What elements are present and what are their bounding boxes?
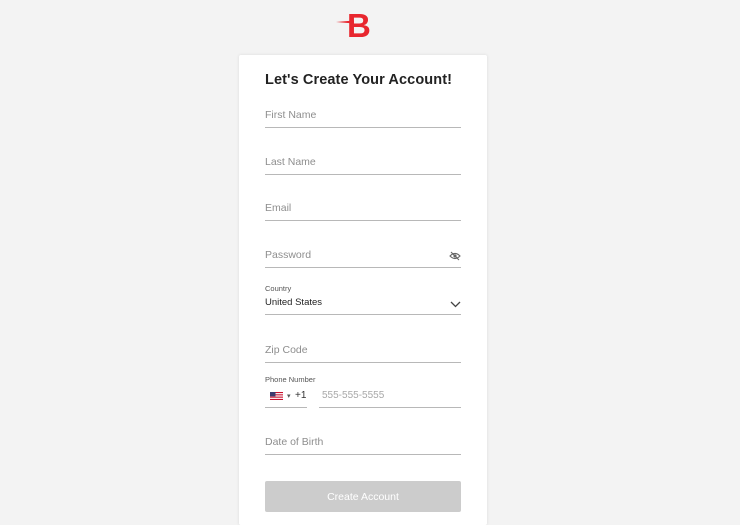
brand-logo-letter: B — [347, 8, 371, 40]
signup-card: Let's Create Your Account! First Name La… — [239, 55, 487, 525]
last-name-input[interactable]: Last Name — [265, 144, 461, 175]
date-of-birth-input[interactable]: Date of Birth — [265, 424, 461, 455]
password-placeholder: Password — [265, 249, 312, 261]
phone-country-code-select[interactable]: ▾ +1 — [265, 384, 307, 408]
eye-slash-icon[interactable] — [449, 251, 461, 261]
last-name-placeholder: Last Name — [265, 156, 316, 168]
phone-number-label: Phone Number — [265, 375, 316, 384]
phone-number-input[interactable]: 555-555-5555 — [319, 384, 461, 408]
password-input[interactable]: Password — [265, 237, 461, 268]
country-label: Country — [265, 284, 292, 293]
phone-dial-code: +1 — [295, 390, 307, 401]
zip-code-input[interactable]: Zip Code — [265, 331, 461, 363]
date-of-birth-placeholder: Date of Birth — [265, 436, 324, 448]
email-input[interactable]: Email — [265, 190, 461, 221]
create-account-button[interactable]: Create Account — [265, 481, 461, 512]
first-name-placeholder: First Name — [265, 109, 317, 121]
us-flag-icon — [270, 392, 283, 400]
country-value: United States — [265, 297, 323, 308]
phone-number-placeholder: 555-555-5555 — [322, 390, 385, 401]
brand-logo-icon: B — [336, 8, 371, 40]
email-placeholder: Email — [265, 202, 292, 214]
zip-code-placeholder: Zip Code — [265, 344, 308, 356]
form-title: Let's Create Your Account! — [265, 72, 453, 88]
country-select[interactable]: Country United States — [265, 284, 461, 315]
chevron-down-icon — [450, 301, 461, 308]
phone-prefix-chevron-icon: ▾ — [287, 393, 291, 400]
first-name-input[interactable]: First Name — [265, 97, 461, 128]
phone-label-row: Phone Number — [265, 375, 461, 384]
